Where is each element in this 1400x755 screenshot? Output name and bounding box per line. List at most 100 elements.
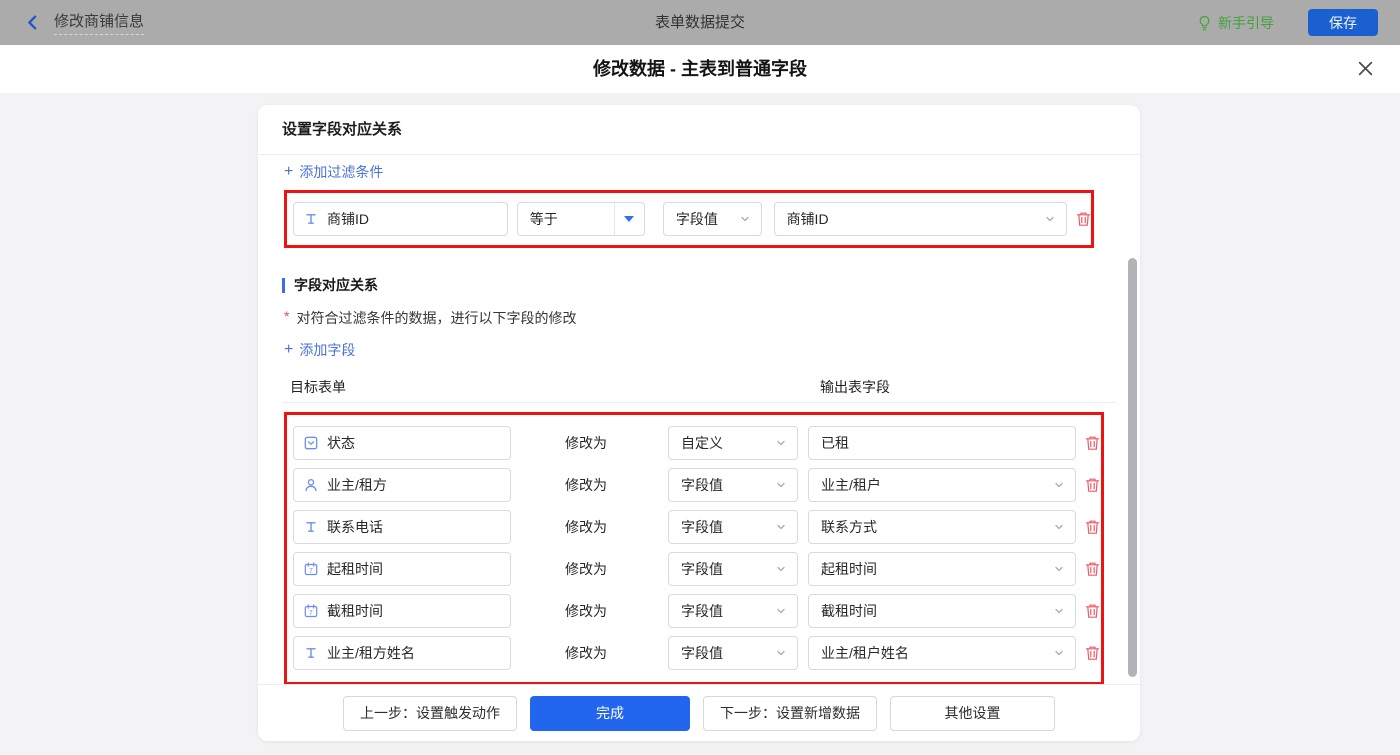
chevron-down-icon: [1055, 608, 1063, 614]
chevron-down-icon: [1055, 566, 1063, 572]
delete-row-icon[interactable]: [1085, 477, 1100, 493]
output-value-input[interactable]: 已租: [808, 426, 1076, 460]
mapping-row: 7 截租时间 修改为 字段值 截租时间: [290, 594, 1101, 628]
col-output-fields: 输出表字段: [820, 379, 890, 395]
bulb-icon: [1197, 15, 1212, 31]
target-field-input[interactable]: 业主/租方姓名: [293, 636, 511, 670]
target-field-input[interactable]: 7 起租时间: [293, 552, 511, 586]
add-filter-link[interactable]: + 添加过滤条件: [284, 162, 383, 182]
delete-row-icon[interactable]: [1085, 603, 1100, 619]
filter-field-label: 商铺ID: [327, 211, 369, 227]
target-field-label: 起租时间: [327, 561, 383, 577]
mode-select[interactable]: 字段值: [668, 594, 798, 628]
mapping-section-desc: * 对符合过滤条件的数据，进行以下字段的修改: [284, 308, 577, 326]
modify-label: 修改为: [565, 561, 607, 577]
chevron-down-icon: [1046, 216, 1054, 222]
back-icon[interactable]: [24, 14, 41, 31]
dialog-body: 设置字段对应关系 + 添加过滤条件 商铺ID 等于 字段值 商铺ID 字段对应关…: [0, 93, 1400, 755]
chevron-down-icon: [777, 608, 785, 614]
target-field-label: 业主/租方: [327, 477, 387, 493]
chevron-down-icon: [777, 524, 785, 530]
chevron-down-icon: [777, 566, 785, 572]
next-step-button[interactable]: 下一步：设置新增数据: [703, 695, 877, 731]
dialog-title: 修改数据 - 主表到普通字段: [593, 59, 807, 79]
output-value-select[interactable]: 业主/租户: [808, 468, 1076, 502]
flow-title[interactable]: 修改商铺信息: [54, 10, 145, 35]
output-value-select[interactable]: 起租时间: [808, 552, 1076, 586]
chevron-down-icon: [777, 440, 785, 446]
chevron-down-icon: [1055, 524, 1063, 530]
mapping-row: 状态 修改为 自定义 已租: [290, 426, 1101, 460]
close-icon[interactable]: [1357, 60, 1374, 77]
member-field-icon: [304, 478, 318, 492]
screen: 修改商铺信息 表单数据提交 新手引导 保存 修改数据 - 主表到普通字段 设置字…: [0, 0, 1400, 755]
required-mark: *: [284, 308, 290, 324]
prev-step-button[interactable]: 上一步：设置触发动作: [343, 695, 517, 731]
delete-row-icon[interactable]: [1085, 435, 1100, 451]
mode-select[interactable]: 自定义: [668, 426, 798, 460]
modify-label: 修改为: [565, 603, 607, 619]
text-field-icon: [304, 520, 318, 534]
settings-card: 设置字段对应关系 + 添加过滤条件 商铺ID 等于 字段值 商铺ID 字段对应关…: [258, 105, 1140, 741]
dialog-header: 修改数据 - 主表到普通字段: [0, 45, 1400, 93]
target-field-input[interactable]: 状态: [293, 426, 511, 460]
other-settings-button[interactable]: 其他设置: [890, 695, 1055, 731]
delete-filter-icon[interactable]: [1076, 211, 1091, 227]
select-field-icon: [304, 436, 318, 450]
mapping-row: 7 起租时间 修改为 字段值 起租时间: [290, 552, 1101, 586]
date-field-icon: 7: [304, 562, 318, 576]
footer: 上一步：设置触发动作 完成 下一步：设置新增数据 其他设置: [258, 684, 1140, 741]
modify-label: 修改为: [565, 435, 607, 451]
mapping-row: 业主/租方 修改为 字段值 业主/租户: [290, 468, 1101, 502]
card-body: + 添加过滤条件 商铺ID 等于 字段值 商铺ID 字段对应关系 * 对符合过滤…: [258, 156, 1140, 684]
save-button[interactable]: 保存: [1308, 9, 1378, 36]
delete-row-icon[interactable]: [1085, 519, 1100, 535]
col-target-form: 目标表单: [290, 379, 346, 395]
filter-valuetype-select[interactable]: 字段值: [662, 202, 762, 236]
mode-select[interactable]: 字段值: [668, 636, 798, 670]
filter-highlight-box: 商铺ID 等于 字段值 商铺ID: [284, 190, 1094, 248]
delete-row-icon[interactable]: [1085, 645, 1100, 661]
target-field-input[interactable]: 联系电话: [293, 510, 511, 544]
plus-icon: +: [284, 341, 294, 358]
mapping-rows: 状态 修改为 自定义 已租 业主/租方 修改为 字段值 业主/租户 联系电话 修改为 字段值 联系方式…: [290, 426, 1101, 670]
filter-operator-select[interactable]: 等于: [516, 202, 645, 236]
modify-label: 修改为: [565, 477, 607, 493]
chevron-down-icon: [777, 650, 785, 656]
mode-select[interactable]: 字段值: [668, 468, 798, 502]
delete-row-icon[interactable]: [1085, 561, 1100, 577]
mapping-section-title: 字段对应关系: [282, 275, 1116, 295]
plus-icon: +: [284, 163, 294, 180]
filter-value-select[interactable]: 商铺ID: [773, 202, 1068, 236]
section-accent-bar: [282, 277, 285, 293]
chevron-down-icon: [1055, 482, 1063, 488]
guide-link[interactable]: 新手引导: [1197, 13, 1274, 33]
card-title: 设置字段对应关系: [258, 105, 1140, 155]
mapping-highlight-box: 状态 修改为 自定义 已租 业主/租方 修改为 字段值 业主/租户 联系电话 修改为 字段值 联系方式…: [284, 412, 1104, 684]
modify-label: 修改为: [565, 519, 607, 535]
target-field-label: 联系电话: [327, 519, 383, 535]
target-field-input[interactable]: 业主/租方: [293, 468, 511, 502]
modify-label: 修改为: [565, 645, 607, 661]
output-value-select[interactable]: 截租时间: [808, 594, 1076, 628]
mode-select[interactable]: 字段值: [668, 552, 798, 586]
column-headers: 目标表单 输出表字段: [282, 375, 1116, 403]
output-value-select[interactable]: 业主/租户姓名: [808, 636, 1076, 670]
scrollbar[interactable]: [1128, 258, 1137, 677]
target-field-label: 截租时间: [327, 603, 383, 619]
target-field-label: 状态: [327, 435, 355, 451]
text-field-icon: [304, 212, 318, 226]
target-field-input[interactable]: 7 截租时间: [293, 594, 511, 628]
add-field-link[interactable]: + 添加字段: [284, 340, 355, 360]
topbar: 修改商铺信息 表单数据提交 新手引导 保存: [0, 0, 1400, 45]
topbar-title: 表单数据提交: [654, 14, 745, 31]
filter-field-input[interactable]: 商铺ID: [293, 202, 508, 236]
mode-select[interactable]: 字段值: [668, 510, 798, 544]
done-button[interactable]: 完成: [530, 695, 690, 731]
date-field-icon: 7: [304, 604, 318, 618]
output-value-select[interactable]: 联系方式: [808, 510, 1076, 544]
chevron-down-icon: [1055, 650, 1063, 656]
svg-text:7: 7: [309, 568, 313, 575]
chevron-down-icon: [777, 482, 785, 488]
svg-text:7: 7: [309, 610, 313, 617]
